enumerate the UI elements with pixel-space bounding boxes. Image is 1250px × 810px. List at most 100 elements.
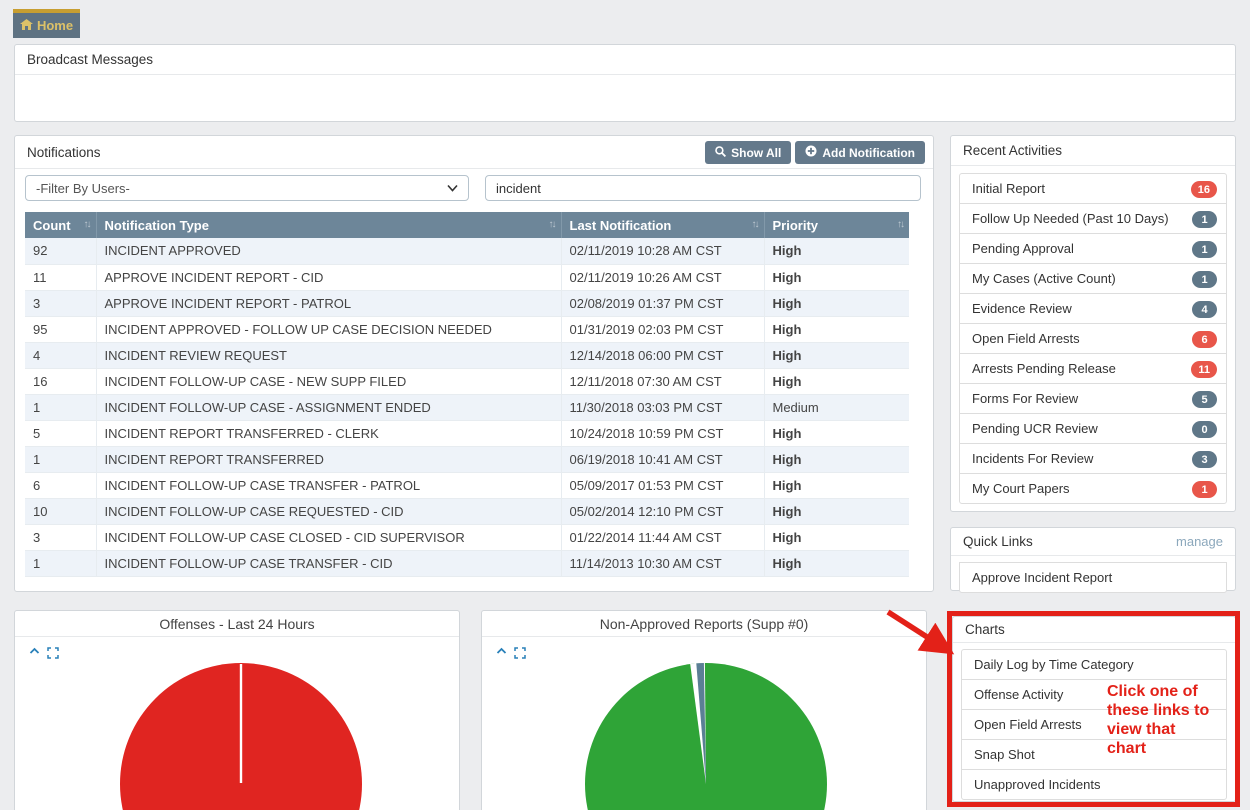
last-notification-cell: 05/02/2014 12:10 PM CST xyxy=(561,498,764,524)
priority-cell: High xyxy=(764,498,909,524)
count-cell[interactable]: 4 xyxy=(25,342,96,368)
count-cell[interactable]: 16 xyxy=(25,368,96,394)
chart-link-item[interactable]: Daily Log by Time Category xyxy=(961,649,1227,680)
last-notification-cell: 10/24/2018 10:59 PM CST xyxy=(561,420,764,446)
add-notification-button[interactable]: Add Notification xyxy=(795,141,925,164)
count-cell[interactable]: 6 xyxy=(25,472,96,498)
recent-activity-item[interactable]: Pending Approval1 xyxy=(959,233,1227,264)
type-cell: INCIDENT FOLLOW-UP CASE - ASSIGNMENT END… xyxy=(96,394,561,420)
column-header[interactable]: Count↑↓ xyxy=(25,212,96,238)
count-badge: 0 xyxy=(1192,421,1217,438)
recent-activity-label: Initial Report xyxy=(972,181,1045,196)
priority-cell: High xyxy=(764,316,909,342)
recent-activity-item[interactable]: Pending UCR Review0 xyxy=(959,413,1227,444)
type-cell: INCIDENT REPORT TRANSFERRED - CLERK xyxy=(96,420,561,446)
count-badge: 5 xyxy=(1192,391,1217,408)
count-cell[interactable]: 1 xyxy=(25,446,96,472)
sort-icon[interactable]: ↑↓ xyxy=(897,219,903,230)
filter-users-select[interactable]: -Filter By Users- xyxy=(25,175,469,201)
recent-activity-label: Incidents For Review xyxy=(972,451,1093,466)
count-cell[interactable]: 3 xyxy=(25,524,96,550)
quick-link-item[interactable]: Approve Incident Report xyxy=(959,562,1227,593)
recent-activity-item[interactable]: Forms For Review5 xyxy=(959,383,1227,414)
recent-activity-item[interactable]: Open Field Arrests6 xyxy=(959,323,1227,354)
recent-activity-item[interactable]: My Court Papers1 xyxy=(959,473,1227,504)
nonapproved-pie-chart[interactable] xyxy=(482,637,928,810)
search-input[interactable] xyxy=(485,175,921,201)
count-cell[interactable]: 3 xyxy=(25,290,96,316)
table-header-row: Count↑↓Notification Type↑↓Last Notificat… xyxy=(25,212,909,238)
chart-link-item[interactable]: Snap Shot xyxy=(961,739,1227,770)
priority-cell: High xyxy=(764,524,909,550)
recent-activity-label: Open Field Arrests xyxy=(972,331,1080,346)
notifications-title: Notifications xyxy=(27,145,101,160)
count-cell[interactable]: 5 xyxy=(25,420,96,446)
table-row: 5INCIDENT REPORT TRANSFERRED - CLERK10/2… xyxy=(25,420,909,446)
broadcast-messages-panel: Broadcast Messages xyxy=(14,44,1236,122)
recent-activities-title: Recent Activities xyxy=(951,136,1235,166)
column-header[interactable]: Priority ↑↓ xyxy=(764,212,909,238)
recent-activity-item[interactable]: Initial Report 16 xyxy=(959,173,1227,204)
recent-activity-item[interactable]: Evidence Review4 xyxy=(959,293,1227,324)
chart-link-item[interactable]: Offense Activity xyxy=(961,679,1227,710)
recent-activity-label: Evidence Review xyxy=(972,301,1072,316)
chart-link-item[interactable]: Open Field Arrests xyxy=(961,709,1227,740)
count-cell[interactable]: 1 xyxy=(25,394,96,420)
chart-link-item-label: Daily Log by Time Category xyxy=(974,657,1134,672)
last-notification-cell: 11/14/2013 10:30 AM CST xyxy=(561,550,764,576)
recent-activity-item[interactable]: Incidents For Review3 xyxy=(959,443,1227,474)
table-row: 1INCIDENT FOLLOW-UP CASE - ASSIGNMENT EN… xyxy=(25,394,909,420)
offenses-pie-chart[interactable] xyxy=(15,637,461,810)
type-cell: INCIDENT FOLLOW-UP CASE TRANSFER - PATRO… xyxy=(96,472,561,498)
table-row: 95INCIDENT APPROVED - FOLLOW UP CASE DEC… xyxy=(25,316,909,342)
column-header[interactable]: Last Notification↑↓ xyxy=(561,212,764,238)
table-row: 11APPROVE INCIDENT REPORT - CID02/11/201… xyxy=(25,264,909,290)
tab-home[interactable]: Home xyxy=(13,9,80,38)
count-cell[interactable]: 11 xyxy=(25,264,96,290)
last-notification-cell: 06/19/2018 10:41 AM CST xyxy=(561,446,764,472)
type-cell: INCIDENT FOLLOW-UP CASE CLOSED - CID SUP… xyxy=(96,524,561,550)
home-icon xyxy=(20,18,33,33)
chart-link-item-label: Open Field Arrests xyxy=(974,717,1082,732)
chart-link-item-label: Unapproved Incidents xyxy=(974,777,1100,792)
count-badge: 16 xyxy=(1191,181,1217,198)
type-cell: APPROVE INCIDENT REPORT - CID xyxy=(96,264,561,290)
plus-circle-icon xyxy=(805,145,817,160)
recent-activity-label: Follow Up Needed (Past 10 Days) xyxy=(972,211,1169,226)
chevron-down-icon xyxy=(447,184,458,192)
last-notification-cell: 02/08/2019 01:37 PM CST xyxy=(561,290,764,316)
type-cell: INCIDENT FOLLOW-UP CASE - NEW SUPP FILED xyxy=(96,368,561,394)
charts-title: Charts xyxy=(953,617,1235,643)
recent-activity-item[interactable]: My Cases (Active Count)1 xyxy=(959,263,1227,294)
priority-cell: High xyxy=(764,238,909,264)
recent-activity-label: My Cases (Active Count) xyxy=(972,271,1116,286)
priority-cell: High xyxy=(764,472,909,498)
recent-activity-item[interactable]: Follow Up Needed (Past 10 Days)1 xyxy=(959,203,1227,234)
filter-users-value: -Filter By Users- xyxy=(36,181,130,196)
recent-activity-label: My Court Papers xyxy=(972,481,1070,496)
count-cell[interactable]: 92 xyxy=(25,238,96,264)
column-header[interactable]: Notification Type ↑↓ xyxy=(96,212,561,238)
sort-icon[interactable]: ↑↓ xyxy=(752,219,758,230)
manage-link[interactable]: manage xyxy=(1176,534,1223,549)
type-cell: APPROVE INCIDENT REPORT - PATROL xyxy=(96,290,561,316)
table-row: 10INCIDENT FOLLOW-UP CASE REQUESTED - CI… xyxy=(25,498,909,524)
table-row: 92INCIDENT APPROVED02/11/2019 10:28 AM C… xyxy=(25,238,909,264)
count-cell[interactable]: 1 xyxy=(25,550,96,576)
last-notification-cell: 12/11/2018 07:30 AM CST xyxy=(561,368,764,394)
last-notification-cell: 02/11/2019 10:26 AM CST xyxy=(561,264,764,290)
column-header-label: Priority xyxy=(773,218,819,233)
show-all-button[interactable]: Show All xyxy=(705,141,791,164)
priority-cell: High xyxy=(764,550,909,576)
sort-icon[interactable]: ↑↓ xyxy=(84,219,90,230)
chart-link-item[interactable]: Unapproved Incidents xyxy=(961,769,1227,800)
priority-cell: High xyxy=(764,264,909,290)
column-header-label: Notification Type xyxy=(105,218,209,233)
count-cell[interactable]: 95 xyxy=(25,316,96,342)
recent-activity-item[interactable]: Arrests Pending Release11 xyxy=(959,353,1227,384)
last-notification-cell: 11/30/2018 03:03 PM CST xyxy=(561,394,764,420)
priority-cell: Medium xyxy=(764,394,909,420)
sort-icon[interactable]: ↑↓ xyxy=(549,219,555,230)
count-cell[interactable]: 10 xyxy=(25,498,96,524)
last-notification-cell: 01/22/2014 11:44 AM CST xyxy=(561,524,764,550)
